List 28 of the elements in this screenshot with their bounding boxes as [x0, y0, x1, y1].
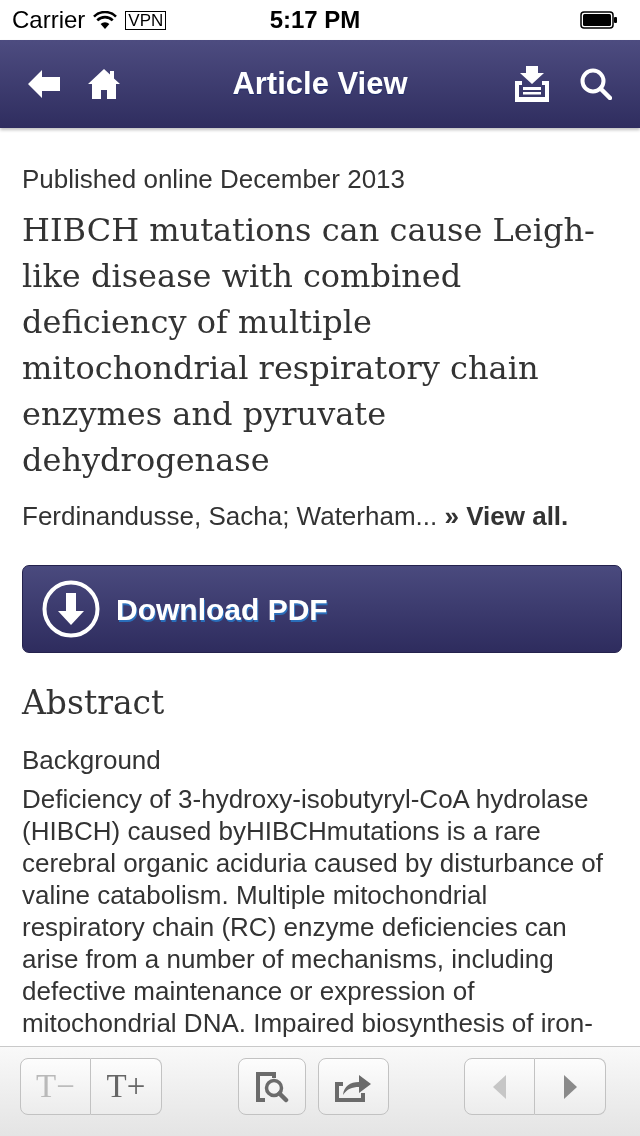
view-all-link[interactable]: » View all. [444, 501, 569, 531]
abstract-heading: Abstract [22, 682, 166, 724]
home-icon [88, 69, 120, 99]
author-list: Ferdinandusse, Sacha; Waterham... [22, 501, 438, 531]
section-subheading: Background [22, 744, 162, 777]
download-tray-icon [514, 66, 550, 102]
font-size-button[interactable]: T+ [91, 1058, 162, 1115]
download-button[interactable] [514, 66, 550, 102]
download-circle-icon [42, 580, 100, 638]
screen-title: Article View [232, 64, 408, 103]
next-button[interactable] [535, 1058, 606, 1115]
home-button[interactable] [88, 69, 120, 99]
preview-button[interactable] [237, 1058, 306, 1115]
wifi-icon [93, 11, 118, 29]
carrier-name: Carrier [12, 5, 86, 35]
search-icon [580, 68, 612, 100]
battery-icon [580, 11, 618, 29]
back-button[interactable] [28, 68, 60, 100]
left-arrow-icon [28, 68, 60, 100]
publication-date: Published online December 2013 [22, 163, 407, 196]
document-magnifier-icon [254, 1070, 289, 1103]
abstract-text: Deficiency of 3-hydroxy-isobutyryl-CoA hydrolase (HIBCH) caused byHIBCHmutations is a rare cerebral organic aciduria caused by disturbance of valine catabolism. Multiple mitochondrial respiratory chain (RC) enzyme deficiencies can arise from a number of mechanisms, including defective maintenance or expression of mitochondrial DNA. Impaired biosynthesis of iron- [22, 783, 604, 1039]
article-title: HIBCH mutations can cause Leigh-like disease with combined deficiency of multiple mitochondrial respiratory chain enzymes and pyruvate dehydrogenase [22, 210, 596, 481]
status-time: 5:17 PM [269, 5, 361, 35]
share-button[interactable] [317, 1058, 389, 1115]
download-pdf-button[interactable]: Download PDF [22, 565, 622, 653]
vpn-indicator: VPN [125, 10, 167, 30]
search-button[interactable] [580, 68, 612, 100]
